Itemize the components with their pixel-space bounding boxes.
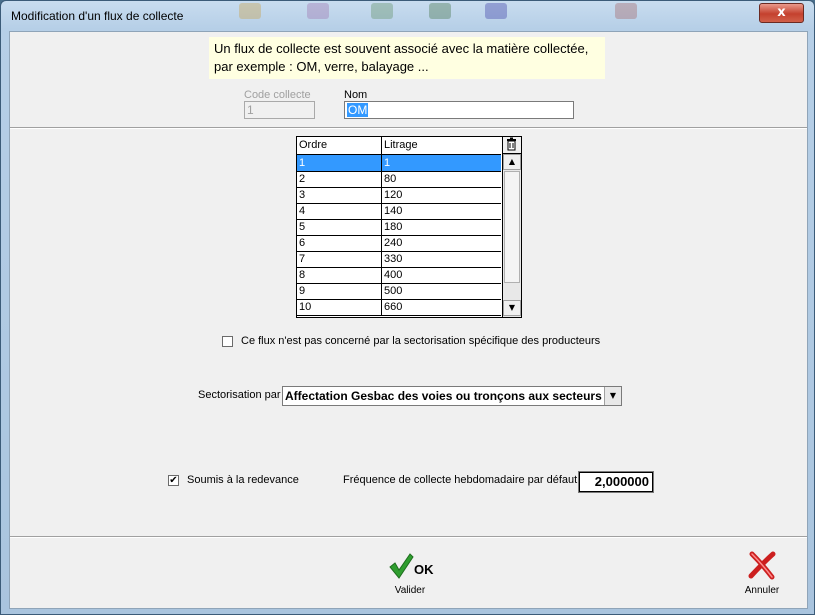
info-note: Un flux de collecte est souvent associé …: [209, 37, 605, 79]
cell-litrage: 80: [384, 173, 397, 185]
code-collecte-label: Code collecte: [244, 89, 311, 101]
scroll-thumb[interactable]: [504, 171, 520, 283]
scroll-down-button[interactable]: ▼: [503, 300, 521, 316]
arrow-up-icon: ▲: [508, 157, 516, 166]
cell-ordre: 7: [299, 253, 306, 265]
dialog-client-area: Un flux de collecte est souvent associé …: [9, 31, 808, 609]
cell-ordre: 8: [299, 269, 306, 281]
frequence-input[interactable]: 2,000000: [578, 471, 654, 493]
cell-ordre: 4: [299, 205, 306, 217]
cell-ordre: 2: [299, 173, 306, 185]
cell-litrage: 500: [384, 285, 403, 297]
info-line-2: par exemple : OM, verre, balayage ...: [214, 59, 429, 74]
cell-ordre: 6: [299, 237, 306, 249]
sectorisation-label: Sectorisation par: [198, 389, 281, 401]
close-icon: x: [777, 5, 786, 20]
cell-ordre: 5: [299, 221, 306, 233]
nom-value: OM: [347, 103, 369, 117]
table-row[interactable]: 10 660: [297, 299, 501, 316]
table-scrollbar[interactable]: ▲ ▼: [502, 154, 521, 317]
cell-litrage: 240: [384, 237, 403, 249]
separator-top: [10, 127, 807, 129]
ok-button[interactable]: OK Valider: [382, 550, 438, 596]
trash-icon: [507, 137, 516, 151]
checkmark-icon: [389, 553, 414, 579]
column-header-ordre[interactable]: Ordre: [297, 137, 327, 154]
cell-litrage: 400: [384, 269, 403, 281]
cell-ordre: 3: [299, 189, 306, 201]
chevron-down-icon: ▼: [609, 391, 617, 400]
column-header-litrage[interactable]: Litrage: [382, 137, 418, 154]
delete-row-button[interactable]: [502, 137, 521, 154]
frequence-value: 2,000000: [594, 474, 649, 489]
cell-litrage: 330: [384, 253, 403, 265]
table-row[interactable]: 7 330: [297, 251, 501, 268]
table-row[interactable]: 8 400: [297, 267, 501, 284]
sectorisation-selected-value: Affectation Gesbac des voies ou tronçons…: [285, 389, 602, 403]
separator-bottom: [10, 536, 807, 538]
background-app-icon: [307, 3, 329, 19]
close-button[interactable]: x: [759, 3, 804, 23]
cell-litrage: 660: [384, 301, 403, 313]
dropdown-button[interactable]: ▼: [604, 387, 621, 405]
cross-icon: [748, 551, 776, 580]
table-row[interactable]: 3 120: [297, 187, 501, 204]
code-collecte-value: 1: [247, 103, 254, 117]
table-row[interactable]: 11: [297, 155, 501, 172]
info-line-1: Un flux de collecte est souvent associé …: [214, 41, 589, 56]
litrage-table[interactable]: Ordre Litrage 1 1 2 80 3 120 4 140 5 180 6 240 7 330 8…: [296, 136, 522, 318]
background-app-icon: [429, 3, 451, 19]
code-collecte-field: 1: [244, 101, 315, 119]
background-app-icon: [371, 3, 393, 19]
checkmark-icon: ✔: [169, 475, 178, 486]
dialog-window: Modification d'un flux de collecte x Un …: [0, 0, 815, 615]
table-row[interactable]: 9 500: [297, 283, 501, 300]
cell-ordre: 9: [299, 285, 306, 297]
background-app-icon: [239, 3, 261, 19]
sectorisation-select[interactable]: Affectation Gesbac des voies ou tronçons…: [282, 386, 622, 406]
table-header: Ordre Litrage: [297, 137, 501, 155]
nom-label: Nom: [344, 89, 368, 101]
cell-litrage: 120: [384, 189, 403, 201]
title-bar[interactable]: Modification d'un flux de collecte x: [1, 1, 814, 29]
ok-text: OK: [414, 562, 434, 577]
arrow-down-icon: ▼: [508, 303, 516, 312]
cancel-button[interactable]: Annuler: [737, 550, 787, 596]
cell-litrage: 1: [384, 157, 391, 169]
cancel-caption: Annuler: [744, 585, 780, 596]
frequence-label: Fréquence de collecte hebdomadaire par d…: [343, 474, 578, 486]
scroll-up-button[interactable]: ▲: [503, 154, 521, 170]
sectorisation-exclusion-checkbox[interactable]: [222, 336, 233, 347]
cell-litrage: 180: [384, 221, 403, 233]
ok-caption: Valider: [394, 585, 426, 596]
table-row[interactable]: 5 180: [297, 219, 501, 236]
table-row[interactable]: 4 140: [297, 203, 501, 220]
cell-ordre: 1: [299, 157, 306, 169]
redevance-label: Soumis à la redevance: [187, 474, 299, 486]
window-title: Modification d'un flux de collecte: [11, 9, 184, 23]
sectorisation-exclusion-label: Ce flux n'est pas concerné par la sector…: [241, 335, 601, 347]
redevance-checkbox[interactable]: ✔: [168, 475, 179, 486]
cell-litrage: 140: [384, 205, 403, 217]
table-row[interactable]: 6 240: [297, 235, 501, 252]
table-row[interactable]: 2 80: [297, 171, 501, 188]
background-app-icon: [485, 3, 507, 19]
background-app-icon: [615, 3, 637, 19]
nom-input[interactable]: OM: [344, 101, 574, 119]
cell-ordre: 10: [299, 301, 312, 313]
